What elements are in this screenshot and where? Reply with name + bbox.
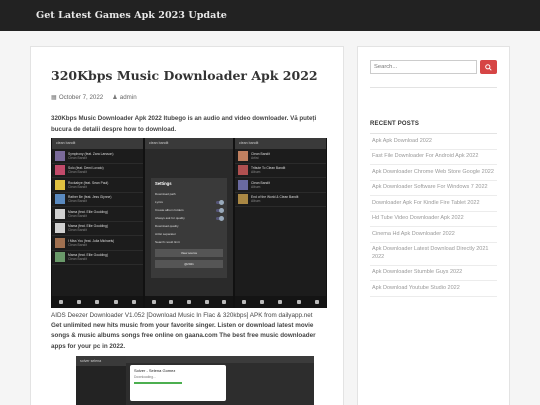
recent-post-link[interactable]: Apk Downloader Stumble Guys 2022 — [370, 266, 497, 281]
post-title[interactable]: 320Kbps Music Downloader Apk 2022 — [51, 68, 318, 83]
search-bar-right: clean bandit — [235, 138, 326, 149]
post-body-text: Get unlimited new hits music from your f… — [51, 322, 316, 350]
view-source-button: View source — [155, 249, 223, 257]
phone-screen-left: clean bandit Symphony (feat. Zara Larsso… — [52, 138, 143, 308]
track-row: I Miss You (feat. Julia Michaels) Clean B… — [52, 236, 143, 251]
second-screenshot-image: solver selena Solver - Selena Gomez Down… — [76, 356, 314, 405]
track-text: Mama (feat. Ellie Goulding) Clean Bandit — [68, 253, 108, 262]
post-author[interactable]: admin — [120, 94, 137, 101]
track-text: Mama (feat. Ellie Goulding) Clean Bandit — [68, 224, 108, 233]
recent-post-link[interactable]: Apk Downloader Chrome Web Store Google 2… — [370, 165, 497, 181]
settings-title: Settings — [155, 181, 172, 186]
album-art — [238, 165, 248, 176]
settings-dialog: Settings Download path Lyrics Create album… — [151, 178, 227, 278]
album-art — [238, 179, 248, 190]
search-button[interactable] — [480, 60, 497, 74]
track-text: I Miss You (feat. Julia Michaels) Clean B… — [68, 238, 115, 247]
post-meta: ▦ October 7, 2022 ♟ admin — [51, 94, 137, 101]
image-caption: AIDS Deezer Downloader V1.052 [Download … — [51, 312, 313, 319]
search-bar-left: clean bandit — [52, 138, 143, 149]
track-row: Mama (feat. Ellie Goulding) Clean Bandit — [52, 222, 143, 236]
album-art — [55, 165, 65, 176]
download-progress — [134, 382, 183, 384]
settings-row: Download quality — [155, 224, 179, 228]
track-text: End of the World & Clean Bandit Album — [251, 195, 299, 204]
recent-posts-list: Apk Apk Download 2022 Fast File Downloade… — [370, 134, 497, 297]
recent-post-link[interactable]: Downloader Apk For Kindle Fire Tablet 20… — [370, 196, 497, 212]
toggle-switch — [216, 207, 224, 213]
track-row: Symphony (feat. Zara Larsson) Clean Bandi… — [52, 149, 143, 164]
search-input[interactable] — [370, 60, 477, 74]
track-row: Rockabye (feat. Sean Paul) Clean Bandit — [52, 178, 143, 193]
recent-post-link[interactable]: Cinema Hd Apk Downloader 2022 — [370, 227, 497, 243]
album-art — [55, 208, 65, 219]
album-art — [55, 150, 65, 161]
album-art — [55, 237, 65, 248]
download-card-title: Solver - Selena Gomez — [134, 368, 176, 373]
album-art — [55, 223, 65, 234]
phone-nav-bar — [235, 296, 326, 308]
recent-post-link[interactable]: Apk Apk Download 2022 — [370, 134, 497, 150]
track-row: Clean Bandit Artist — [235, 149, 326, 164]
toggle-switch — [216, 215, 224, 221]
post-body: AIDS Deezer Downloader V1.052 [Download … — [51, 311, 329, 352]
track-row: Mama (feat. Ellie Goulding) Clean Bandit — [52, 207, 143, 222]
album-art — [55, 194, 65, 205]
album-art — [55, 252, 65, 263]
phone-screen-right: clean bandit Clean Bandit Artist Tribute T… — [235, 138, 326, 308]
recent-post-link[interactable]: Hd Tube Video Downloader Apk 2022 — [370, 212, 497, 227]
track-text: Solo (feat. Demi Lovato) Clean Bandit — [68, 166, 104, 175]
phone-nav-bar — [145, 296, 233, 308]
second-phone-left: solver selena — [76, 356, 126, 405]
site-title[interactable]: Get Latest Games Apk 2023 Update — [36, 10, 227, 21]
settings-row: Lyrics — [155, 198, 224, 206]
settings-row: Always ask for quality — [155, 214, 224, 222]
top-navbar: Get Latest Games Apk 2023 Update — [0, 0, 540, 31]
album-art — [238, 150, 248, 161]
recent-post-link[interactable]: Apk Downloader Latest Download Directly … — [370, 243, 497, 266]
track-row: Clean Bandit Album — [235, 178, 326, 193]
track-text: Tribute To Clean Bandit Album — [251, 166, 286, 175]
download-card: Solver - Selena Gomez Downloading... — [130, 365, 226, 401]
album-art — [238, 194, 248, 205]
track-row: End of the World & Clean Bandit Album — [235, 193, 326, 207]
settings-row: Download path — [155, 192, 176, 196]
search-icon — [485, 63, 492, 71]
post-screenshot-image: clean bandit Symphony (feat. Zara Larsso… — [51, 138, 327, 308]
settings-row: Artist separator — [155, 232, 176, 236]
sidebar-divider — [370, 87, 497, 88]
track-text: Clean Bandit Artist — [251, 151, 270, 160]
phone-nav-bar — [52, 296, 143, 308]
track-row: Solo (feat. Demi Lovato) Clean Bandit — [52, 164, 143, 178]
recent-post-link[interactable]: Apk Downloader Software For Windows 7 20… — [370, 181, 497, 196]
post-date[interactable]: October 7, 2022 — [59, 94, 103, 101]
user-icon: ♟ — [112, 94, 118, 101]
phone-screen-middle: clean bandit Settings Download path Lyric… — [145, 138, 233, 308]
album-art — [55, 179, 65, 190]
recent-post-link[interactable]: Apk Download Youtube Studio 2022 — [370, 281, 497, 297]
settings-row: Create album folders — [155, 206, 224, 214]
post-intro: 320Kbps Music Downloader Apk 2022 Itubeg… — [51, 115, 317, 133]
track-text: Mama (feat. Ellie Goulding) Clean Bandit — [68, 209, 108, 218]
second-search-bar: solver selena — [76, 356, 126, 366]
second-phone-right: Solver - Selena Gomez Downloading... — [126, 356, 314, 405]
recent-post-link[interactable]: Fast File Downloader For Android Apk 202… — [370, 150, 497, 165]
track-row: Rather Be (feat. Jess Glynne) Clean Bandi… — [52, 193, 143, 207]
track-row: Mama (feat. Ellie Goulding) Clean Bandit — [52, 251, 143, 265]
track-text: Rather Be (feat. Jess Glynne) Clean Bandi… — [68, 195, 112, 204]
settings-row: Search result limit — [155, 240, 180, 244]
copyright-button: @2021 — [155, 260, 223, 268]
search-bar-middle: clean bandit — [145, 138, 233, 149]
track-row: Tribute To Clean Bandit Album — [235, 164, 326, 178]
recent-posts-heading: RECENT POSTS — [370, 121, 420, 127]
track-text: Rockabye (feat. Sean Paul) Clean Bandit — [68, 180, 109, 189]
track-text: Clean Bandit Album — [251, 180, 270, 189]
track-text: Symphony (feat. Zara Larsson) Clean Bandi… — [68, 151, 114, 160]
download-card-status: Downloading... — [134, 375, 156, 379]
calendar-icon: ▦ — [51, 94, 57, 101]
toggle-switch — [216, 199, 224, 205]
